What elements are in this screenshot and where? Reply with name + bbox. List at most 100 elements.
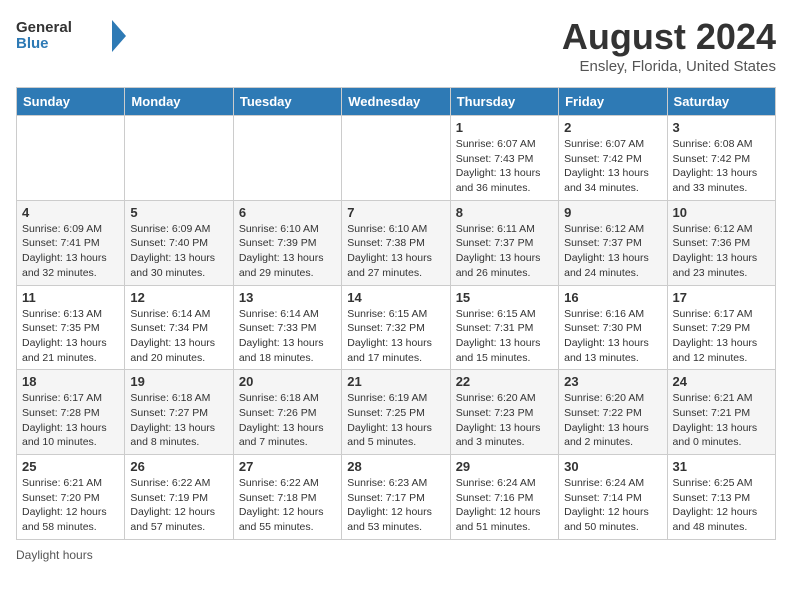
day-info: Sunrise: 6:07 AM Sunset: 7:42 PM Dayligh… xyxy=(564,137,661,196)
calendar-cell: 12 Sunrise: 6:14 AM Sunset: 7:34 PM Dayli… xyxy=(125,285,233,370)
header-monday: Monday xyxy=(125,88,233,116)
day-info: Sunrise: 6:09 AM Sunset: 7:41 PM Dayligh… xyxy=(22,222,119,281)
day-number: 24 xyxy=(673,374,770,389)
day-number: 23 xyxy=(564,374,661,389)
day-number: 11 xyxy=(22,290,119,305)
calendar-week-4: 18 Sunrise: 6:17 AM Sunset: 7:28 PM Dayli… xyxy=(17,370,776,455)
day-info: Sunrise: 6:11 AM Sunset: 7:37 PM Dayligh… xyxy=(456,222,553,281)
calendar-cell: 10 Sunrise: 6:12 AM Sunset: 7:36 PM Dayli… xyxy=(667,200,775,285)
calendar-cell: 9 Sunrise: 6:12 AM Sunset: 7:37 PM Daylig… xyxy=(559,200,667,285)
day-info: Sunrise: 6:08 AM Sunset: 7:42 PM Dayligh… xyxy=(673,137,770,196)
day-number: 1 xyxy=(456,120,553,135)
day-info: Sunrise: 6:25 AM Sunset: 7:13 PM Dayligh… xyxy=(673,476,770,535)
day-info: Sunrise: 6:24 AM Sunset: 7:14 PM Dayligh… xyxy=(564,476,661,535)
day-info: Sunrise: 6:19 AM Sunset: 7:25 PM Dayligh… xyxy=(347,391,444,450)
calendar-cell: 5 Sunrise: 6:09 AM Sunset: 7:40 PM Daylig… xyxy=(125,200,233,285)
day-number: 6 xyxy=(239,205,336,220)
day-number: 10 xyxy=(673,205,770,220)
day-number: 3 xyxy=(673,120,770,135)
day-info: Sunrise: 6:17 AM Sunset: 7:28 PM Dayligh… xyxy=(22,391,119,450)
day-number: 7 xyxy=(347,205,444,220)
day-number: 16 xyxy=(564,290,661,305)
footer: Daylight hours xyxy=(16,548,776,562)
day-number: 18 xyxy=(22,374,119,389)
calendar-cell: 11 Sunrise: 6:13 AM Sunset: 7:35 PM Dayli… xyxy=(17,285,125,370)
day-number: 13 xyxy=(239,290,336,305)
calendar-cell xyxy=(342,116,450,201)
day-number: 12 xyxy=(130,290,227,305)
calendar-cell: 4 Sunrise: 6:09 AM Sunset: 7:41 PM Daylig… xyxy=(17,200,125,285)
day-number: 9 xyxy=(564,205,661,220)
calendar-cell: 7Sunrise: 6:10 AM Sunset: 7:38 PM Daylig… xyxy=(342,200,450,285)
day-info: Sunrise: 6:09 AM Sunset: 7:40 PM Dayligh… xyxy=(130,222,227,281)
day-number: 5 xyxy=(130,205,227,220)
calendar-cell: 3 Sunrise: 6:08 AM Sunset: 7:42 PM Daylig… xyxy=(667,116,775,201)
day-info: Sunrise: 6:07 AM Sunset: 7:43 PM Dayligh… xyxy=(456,137,553,196)
day-number: 2 xyxy=(564,120,661,135)
day-number: 21 xyxy=(347,374,444,389)
day-info: Sunrise: 6:16 AM Sunset: 7:30 PM Dayligh… xyxy=(564,307,661,366)
day-info: Sunrise: 6:21 AM Sunset: 7:20 PM Dayligh… xyxy=(22,476,119,535)
svg-text:Blue: Blue xyxy=(16,35,49,52)
day-number: 19 xyxy=(130,374,227,389)
header: General Blue August 2024 Ensley, Florida… xyxy=(16,16,776,75)
calendar: SundayMondayTuesdayWednesdayThursdayFrid… xyxy=(16,87,776,540)
header-saturday: Saturday xyxy=(667,88,775,116)
header-sunday: Sunday xyxy=(17,88,125,116)
header-thursday: Thursday xyxy=(450,88,558,116)
day-number: 25 xyxy=(22,459,119,474)
day-number: 29 xyxy=(456,459,553,474)
day-number: 20 xyxy=(239,374,336,389)
calendar-cell xyxy=(233,116,341,201)
day-number: 4 xyxy=(22,205,119,220)
day-info: Sunrise: 6:24 AM Sunset: 7:16 PM Dayligh… xyxy=(456,476,553,535)
calendar-cell: 26 Sunrise: 6:22 AM Sunset: 7:19 PM Dayli… xyxy=(125,455,233,540)
calendar-cell xyxy=(17,116,125,201)
calendar-week-3: 11 Sunrise: 6:13 AM Sunset: 7:35 PM Dayli… xyxy=(17,285,776,370)
calendar-cell: 15Sunrise: 6:15 AM Sunset: 7:31 PM Dayli… xyxy=(450,285,558,370)
calendar-cell: 8 Sunrise: 6:11 AM Sunset: 7:37 PM Daylig… xyxy=(450,200,558,285)
calendar-cell: 23 Sunrise: 6:20 AM Sunset: 7:22 PM Dayli… xyxy=(559,370,667,455)
day-info: Sunrise: 6:14 AM Sunset: 7:33 PM Dayligh… xyxy=(239,307,336,366)
day-info: Sunrise: 6:12 AM Sunset: 7:36 PM Dayligh… xyxy=(673,222,770,281)
day-number: 8 xyxy=(456,205,553,220)
day-info: Sunrise: 6:20 AM Sunset: 7:22 PM Dayligh… xyxy=(564,391,661,450)
calendar-cell: 2 Sunrise: 6:07 AM Sunset: 7:42 PM Daylig… xyxy=(559,116,667,201)
day-info: Sunrise: 6:22 AM Sunset: 7:18 PM Dayligh… xyxy=(239,476,336,535)
day-number: 31 xyxy=(673,459,770,474)
calendar-cell: 16 Sunrise: 6:16 AM Sunset: 7:30 PM Dayli… xyxy=(559,285,667,370)
day-info: Sunrise: 6:12 AM Sunset: 7:37 PM Dayligh… xyxy=(564,222,661,281)
day-info: Sunrise: 6:13 AM Sunset: 7:35 PM Dayligh… xyxy=(22,307,119,366)
calendar-cell: 6Sunrise: 6:10 AM Sunset: 7:39 PM Daylig… xyxy=(233,200,341,285)
header-friday: Friday xyxy=(559,88,667,116)
logo: General Blue xyxy=(16,16,126,56)
calendar-cell: 19Sunrise: 6:18 AM Sunset: 7:27 PM Dayli… xyxy=(125,370,233,455)
calendar-cell: 27Sunrise: 6:22 AM Sunset: 7:18 PM Dayli… xyxy=(233,455,341,540)
day-info: Sunrise: 6:14 AM Sunset: 7:34 PM Dayligh… xyxy=(130,307,227,366)
calendar-cell: 13 Sunrise: 6:14 AM Sunset: 7:33 PM Dayli… xyxy=(233,285,341,370)
header-tuesday: Tuesday xyxy=(233,88,341,116)
day-info: Sunrise: 6:23 AM Sunset: 7:17 PM Dayligh… xyxy=(347,476,444,535)
logo-icon: General Blue xyxy=(16,16,126,56)
month-title: August 2024 xyxy=(562,16,776,58)
day-info: Sunrise: 6:15 AM Sunset: 7:32 PM Dayligh… xyxy=(347,307,444,366)
calendar-cell: 17 Sunrise: 6:17 AM Sunset: 7:29 PM Dayli… xyxy=(667,285,775,370)
calendar-cell: 29 Sunrise: 6:24 AM Sunset: 7:16 PM Dayli… xyxy=(450,455,558,540)
calendar-cell: 22Sunrise: 6:20 AM Sunset: 7:23 PM Dayli… xyxy=(450,370,558,455)
day-number: 22 xyxy=(456,374,553,389)
day-number: 28 xyxy=(347,459,444,474)
calendar-cell: 24Sunrise: 6:21 AM Sunset: 7:21 PM Dayli… xyxy=(667,370,775,455)
calendar-cell: 28 Sunrise: 6:23 AM Sunset: 7:17 PM Dayli… xyxy=(342,455,450,540)
day-info: Sunrise: 6:17 AM Sunset: 7:29 PM Dayligh… xyxy=(673,307,770,366)
calendar-cell: 21 Sunrise: 6:19 AM Sunset: 7:25 PM Dayli… xyxy=(342,370,450,455)
day-info: Sunrise: 6:15 AM Sunset: 7:31 PM Dayligh… xyxy=(456,307,553,366)
title-area: August 2024 Ensley, Florida, United Stat… xyxy=(562,16,776,75)
day-info: Sunrise: 6:22 AM Sunset: 7:19 PM Dayligh… xyxy=(130,476,227,535)
calendar-cell: 31 Sunrise: 6:25 AM Sunset: 7:13 PM Dayli… xyxy=(667,455,775,540)
svg-text:General: General xyxy=(16,19,72,36)
calendar-header-row: SundayMondayTuesdayWednesdayThursdayFrid… xyxy=(17,88,776,116)
calendar-week-5: 25 Sunrise: 6:21 AM Sunset: 7:20 PM Dayli… xyxy=(17,455,776,540)
day-number: 26 xyxy=(130,459,227,474)
calendar-week-1: 1 Sunrise: 6:07 AM Sunset: 7:43 PM Daylig… xyxy=(17,116,776,201)
day-number: 17 xyxy=(673,290,770,305)
